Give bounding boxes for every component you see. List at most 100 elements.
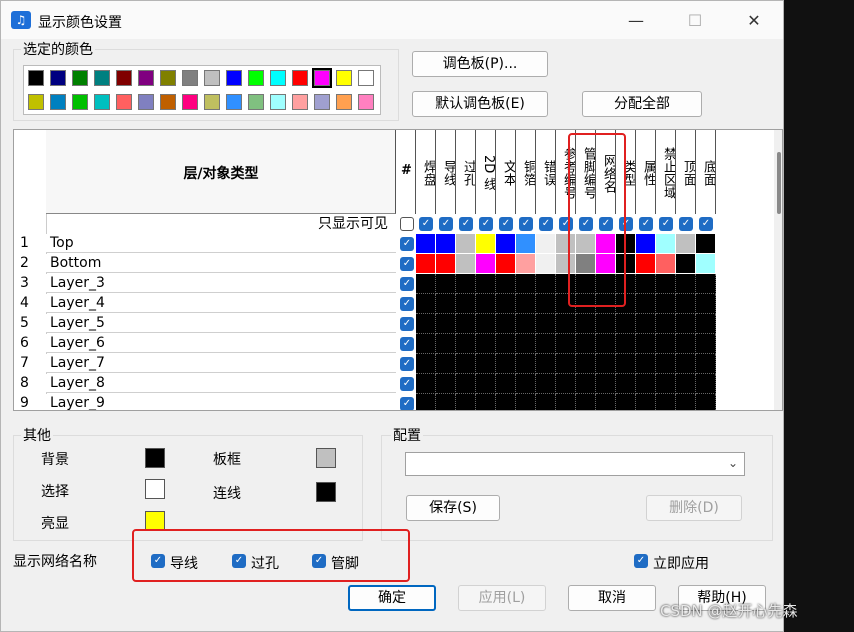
color-cell[interactable] bbox=[676, 254, 696, 274]
color-cell[interactable] bbox=[556, 374, 576, 394]
palette-swatch[interactable] bbox=[312, 68, 332, 88]
color-cell[interactable] bbox=[576, 354, 596, 374]
config-dropdown[interactable]: ⌄ bbox=[405, 452, 745, 476]
color-cell[interactable] bbox=[536, 234, 556, 254]
color-cell[interactable] bbox=[556, 314, 576, 334]
color-cell[interactable] bbox=[616, 314, 636, 334]
color-cell[interactable] bbox=[536, 294, 556, 314]
color-cell[interactable] bbox=[596, 334, 616, 354]
color-cell[interactable] bbox=[596, 374, 616, 394]
column-visible-checkbox[interactable]: ✓ bbox=[479, 217, 493, 231]
column-header[interactable]: 文本 bbox=[496, 130, 516, 214]
color-cell[interactable] bbox=[436, 374, 456, 394]
assign-all-button[interactable]: 分配全部 bbox=[582, 91, 702, 117]
color-cell[interactable] bbox=[456, 354, 476, 374]
palette-swatch[interactable] bbox=[248, 94, 264, 110]
color-cell[interactable] bbox=[636, 274, 656, 294]
color-cell[interactable] bbox=[496, 394, 516, 410]
color-cell[interactable] bbox=[476, 354, 496, 374]
background-color-swatch[interactable] bbox=[145, 448, 165, 468]
color-cell[interactable] bbox=[456, 234, 476, 254]
column-header[interactable]: 导线 bbox=[436, 130, 456, 214]
color-cell[interactable] bbox=[456, 394, 476, 410]
color-cell[interactable] bbox=[476, 374, 496, 394]
color-cell[interactable] bbox=[696, 254, 716, 274]
color-cell[interactable] bbox=[516, 374, 536, 394]
color-cell[interactable] bbox=[696, 274, 716, 294]
color-cell[interactable] bbox=[516, 334, 536, 354]
color-cell[interactable] bbox=[496, 274, 516, 294]
column-visible-checkbox[interactable]: ✓ bbox=[679, 217, 693, 231]
color-cell[interactable] bbox=[436, 274, 456, 294]
color-cell[interactable] bbox=[456, 334, 476, 354]
color-cell[interactable] bbox=[436, 354, 456, 374]
color-cell[interactable] bbox=[556, 354, 576, 374]
palette-swatch[interactable] bbox=[138, 94, 154, 110]
ok-button[interactable]: 确定 bbox=[348, 585, 436, 611]
color-cell[interactable] bbox=[416, 334, 436, 354]
color-cell[interactable] bbox=[656, 254, 676, 274]
color-cell[interactable] bbox=[456, 294, 476, 314]
color-cell[interactable] bbox=[516, 234, 536, 254]
color-cell[interactable] bbox=[596, 394, 616, 410]
palette-swatch[interactable] bbox=[314, 94, 330, 110]
close-icon[interactable]: ✕ bbox=[739, 10, 769, 32]
color-cell[interactable] bbox=[696, 394, 716, 410]
color-cell[interactable] bbox=[456, 374, 476, 394]
color-cell[interactable] bbox=[696, 314, 716, 334]
layer-visible-checkbox[interactable]: ✓ bbox=[400, 237, 414, 251]
color-cell[interactable] bbox=[476, 394, 496, 410]
color-cell[interactable] bbox=[436, 294, 456, 314]
color-cell[interactable] bbox=[576, 374, 596, 394]
column-visible-checkbox[interactable]: ✓ bbox=[459, 217, 473, 231]
grid-scrollbar-thumb[interactable] bbox=[777, 152, 781, 214]
color-cell[interactable] bbox=[696, 334, 716, 354]
layer-name[interactable]: Layer_7 bbox=[46, 354, 396, 373]
color-cell[interactable] bbox=[496, 334, 516, 354]
palette-swatch[interactable] bbox=[116, 94, 132, 110]
color-cell[interactable] bbox=[516, 354, 536, 374]
color-cell[interactable] bbox=[596, 354, 616, 374]
layer-visible-checkbox[interactable]: ✓ bbox=[400, 357, 414, 371]
layer-visible-checkbox[interactable]: ✓ bbox=[400, 397, 414, 410]
color-cell[interactable] bbox=[656, 374, 676, 394]
color-cell[interactable] bbox=[516, 314, 536, 334]
column-header[interactable]: 2D 线 bbox=[476, 130, 496, 214]
palette-swatch[interactable] bbox=[94, 70, 110, 86]
column-visible-checkbox[interactable]: ✓ bbox=[699, 217, 713, 231]
color-cell[interactable] bbox=[416, 274, 436, 294]
palette-swatch[interactable] bbox=[336, 94, 352, 110]
apply-now-checkbox[interactable]: ✓ bbox=[634, 554, 648, 568]
column-visible-checkbox[interactable]: ✓ bbox=[659, 217, 673, 231]
visible-only-checkbox[interactable]: ✓ bbox=[400, 217, 414, 231]
grid-scrollbar[interactable] bbox=[774, 130, 782, 410]
color-cell[interactable] bbox=[576, 314, 596, 334]
color-cell[interactable] bbox=[536, 274, 556, 294]
color-cell[interactable] bbox=[636, 374, 656, 394]
color-cell[interactable] bbox=[696, 374, 716, 394]
color-cell[interactable] bbox=[476, 254, 496, 274]
palette-swatch[interactable] bbox=[358, 70, 374, 86]
color-cell[interactable] bbox=[636, 354, 656, 374]
palette-swatch[interactable] bbox=[72, 94, 88, 110]
color-cell[interactable] bbox=[496, 234, 516, 254]
color-cell[interactable] bbox=[496, 254, 516, 274]
layer-name[interactable]: Layer_6 bbox=[46, 334, 396, 353]
layer-name[interactable]: Layer_3 bbox=[46, 274, 396, 293]
color-cell[interactable] bbox=[456, 274, 476, 294]
color-cell[interactable] bbox=[536, 314, 556, 334]
color-cell[interactable] bbox=[676, 334, 696, 354]
color-cell[interactable] bbox=[656, 394, 676, 410]
color-cell[interactable] bbox=[636, 234, 656, 254]
color-cell[interactable] bbox=[476, 294, 496, 314]
color-cell[interactable] bbox=[656, 314, 676, 334]
color-cell[interactable] bbox=[696, 234, 716, 254]
color-cell[interactable] bbox=[676, 234, 696, 254]
palette-swatch[interactable] bbox=[292, 94, 308, 110]
color-cell[interactable] bbox=[516, 254, 536, 274]
color-cell[interactable] bbox=[516, 294, 536, 314]
board-frame-color-swatch[interactable] bbox=[316, 448, 336, 468]
palette-swatch[interactable] bbox=[358, 94, 374, 110]
layer-visible-checkbox[interactable]: ✓ bbox=[400, 317, 414, 331]
color-cell[interactable] bbox=[556, 394, 576, 410]
